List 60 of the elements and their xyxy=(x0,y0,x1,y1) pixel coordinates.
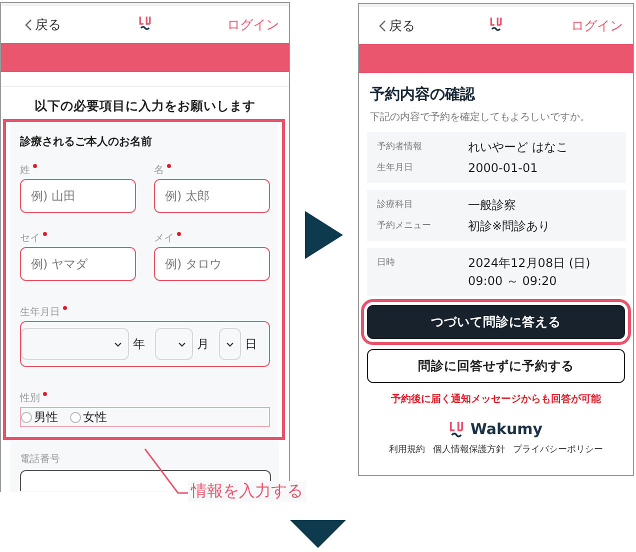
info-label: 生年月日 xyxy=(377,162,414,174)
field-label: セイ xyxy=(20,232,40,245)
notice-text: 予約後に届く通知メッセージからも回答が可能 xyxy=(390,392,602,406)
select-field[interactable] xyxy=(155,328,193,360)
info-label: 日時 xyxy=(377,256,396,269)
radio-button[interactable] xyxy=(70,412,81,422)
info-value: 2000-01-01 xyxy=(468,160,538,177)
login-link[interactable]: ログイン xyxy=(227,16,279,34)
info-label: 予約メニュー xyxy=(377,220,432,232)
info-label: 予約者情報 xyxy=(377,140,423,153)
radio-option[interactable]: 男性 xyxy=(21,408,58,426)
book-button[interactable]: 問診に回答せずに予約する xyxy=(367,349,625,383)
info-value: 2024年12月08日 (日) xyxy=(468,255,590,272)
info-value: れいやーど はなこ xyxy=(468,139,568,156)
unit-label: 月 xyxy=(197,336,209,352)
field-label: 生年月日 xyxy=(20,306,60,319)
answer-button[interactable]: つづいて問診に答える xyxy=(367,305,625,339)
logo-icon xyxy=(449,420,464,439)
info-value: 一般診察 xyxy=(468,197,516,214)
logo-icon xyxy=(490,16,502,32)
chevron-down-icon xyxy=(178,342,186,346)
callout-label: 情報を入力する xyxy=(188,481,306,502)
footer-link[interactable]: 利用規約 xyxy=(389,442,425,456)
footer-link[interactable]: プライバシーポリシー xyxy=(513,442,603,456)
unit-label: 年 xyxy=(133,336,145,352)
page-title: 予約内容の確認 xyxy=(370,85,476,104)
chevron-down-icon xyxy=(114,342,122,346)
back-button[interactable]: 戻る xyxy=(25,16,61,34)
field-label: メイ xyxy=(154,232,174,245)
info-value: 初診※問診あり xyxy=(468,218,550,235)
back-button[interactable]: 戻る xyxy=(379,16,415,34)
logo-icon xyxy=(138,15,152,32)
input-field[interactable]: 例) タロウ xyxy=(154,247,270,281)
leader-line xyxy=(144,448,190,496)
footer-link[interactable]: 個人情報保護方針 xyxy=(433,442,505,456)
field-label: 名 xyxy=(154,164,164,177)
field-label: 性別 xyxy=(20,392,40,405)
field-label: 電話番号 xyxy=(20,452,61,464)
page-subtitle: 下記の内容で予約を確定してもよろしいですか。 xyxy=(370,110,591,124)
chevron-down-icon xyxy=(226,342,234,346)
radio-button[interactable] xyxy=(21,412,32,422)
date-field[interactable]: 年 月 日 xyxy=(20,321,270,367)
input-field[interactable]: 例) ヤマダ xyxy=(20,247,136,281)
login-link[interactable]: ログイン xyxy=(571,16,623,34)
select-field[interactable] xyxy=(21,328,129,360)
form-heading: 以下の必要項目に入力をお願いします xyxy=(34,98,256,115)
chevron-left-icon xyxy=(25,18,32,30)
select-field[interactable] xyxy=(219,328,241,360)
input-field[interactable]: 例) 山田 xyxy=(20,179,136,213)
radio-option[interactable]: 女性 xyxy=(70,408,107,426)
unit-label: 日 xyxy=(245,336,257,352)
field-label: 姓 xyxy=(20,164,30,177)
info-value: 09:00 ～ 09:20 xyxy=(468,273,558,290)
info-label: 診療科目 xyxy=(377,198,414,211)
chevron-left-icon xyxy=(379,20,386,32)
down-arrow-icon xyxy=(290,520,346,548)
section-title: 診療されるご本人のお名前 xyxy=(20,134,153,149)
right-arrow-icon xyxy=(305,211,343,259)
input-field[interactable]: 例) 太郎 xyxy=(154,179,270,213)
brand-name: Wakumy xyxy=(470,420,543,438)
